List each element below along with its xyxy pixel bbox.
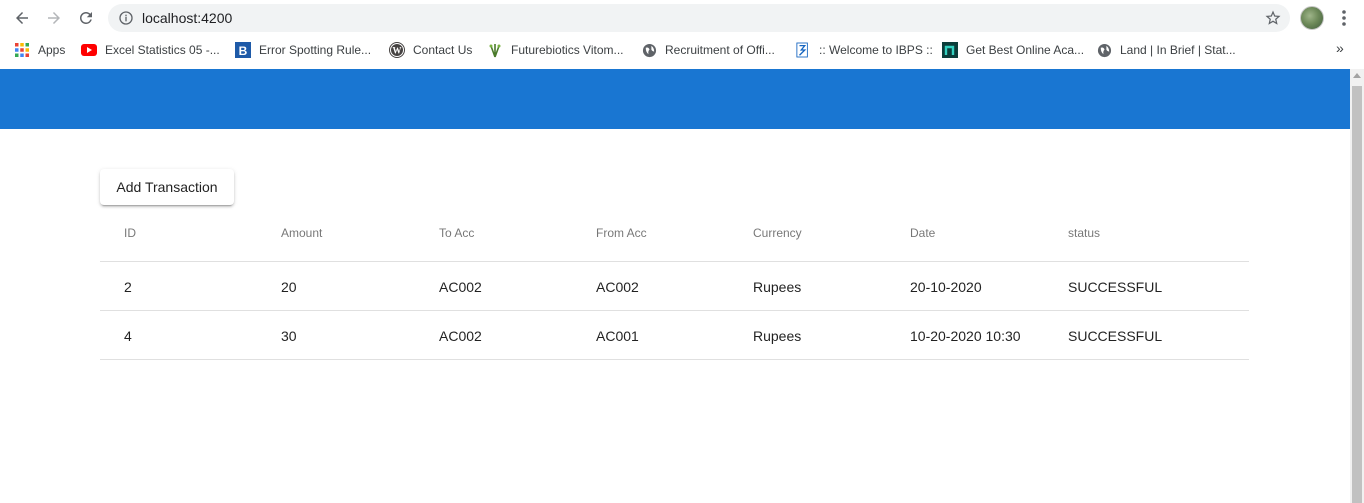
cell-id: 2 <box>124 279 132 295</box>
svg-text:B: B <box>239 44 248 58</box>
forward-button[interactable] <box>42 6 66 30</box>
cell-date: 20-10-2020 <box>910 279 982 295</box>
column-header-id: ID <box>124 226 136 240</box>
reload-icon <box>80 11 92 24</box>
ibps-icon <box>795 42 811 58</box>
bookmark-label: Error Spotting Rule... <box>259 43 372 57</box>
n-logo-icon <box>942 42 958 58</box>
back-button[interactable] <box>10 6 34 30</box>
wordpress-icon: W <box>389 42 405 58</box>
scroll-up-arrow-icon[interactable] <box>1353 73 1361 78</box>
bookmark-label: Contact Us <box>413 43 473 57</box>
cell-date: 10-20-2020 10:30 <box>910 328 1021 344</box>
bookmark-label: Futurebiotics Vitom... <box>511 43 624 57</box>
transactions-table: ID Amount To Acc From Acc Currency Date … <box>100 205 1249 360</box>
cell-to-acc: AC002 <box>439 279 482 295</box>
bookmark-label: :: Welcome to IBPS :: <box>819 43 933 57</box>
youtube-icon <box>81 42 97 58</box>
bookmark-futurebiotics[interactable]: Futurebiotics Vitom... <box>487 42 624 58</box>
leaf-icon <box>487 42 503 58</box>
cell-amount: 30 <box>281 328 297 344</box>
column-header-currency: Currency <box>753 226 802 240</box>
app-toolbar <box>0 69 1350 129</box>
bookmark-error-spotting[interactable]: B Error Spotting Rule... <box>235 42 371 58</box>
bookmark-land-in-brief[interactable]: Land | In Brief | Stat... <box>1096 42 1236 58</box>
cell-status: SUCCESSFUL <box>1068 328 1163 344</box>
cell-currency: Rupees <box>753 328 802 344</box>
bookmark-label: Apps <box>38 43 66 57</box>
bookmark-apps[interactable]: Apps <box>14 42 65 58</box>
bookmark-excel-statistics[interactable]: Excel Statistics 05 -... <box>81 42 220 58</box>
cell-to-acc: AC002 <box>439 328 482 344</box>
globe-icon <box>641 42 657 58</box>
profile-avatar[interactable] <box>1300 6 1324 30</box>
bookmark-online-academy[interactable]: Get Best Online Aca... <box>942 42 1084 58</box>
column-header-amount: Amount <box>281 226 323 240</box>
browser-toolbar: localhost:4200 <box>0 0 1364 36</box>
apps-grid-icon <box>14 42 30 58</box>
column-header-date: Date <box>910 226 936 240</box>
table-row: 4 30 AC002 AC001 Rupees 10-20-2020 10:30… <box>100 311 1249 360</box>
cell-from-acc: AC002 <box>596 279 639 295</box>
cell-id: 4 <box>124 328 132 344</box>
bookmark-label: Land | In Brief | Stat... <box>1120 43 1236 57</box>
bookmark-contact-us[interactable]: W Contact Us <box>389 42 472 58</box>
bookmark-label: Get Best Online Aca... <box>966 43 1085 57</box>
cell-from-acc: AC001 <box>596 328 639 344</box>
bookmark-star-icon[interactable] <box>1264 9 1282 27</box>
page-scrollbar[interactable] <box>1350 69 1364 503</box>
bookmark-recruitment[interactable]: Recruitment of Offi... <box>641 42 775 58</box>
cell-status: SUCCESSFUL <box>1068 279 1163 295</box>
more-vert-icon[interactable] <box>1336 8 1352 28</box>
bookmark-label: Excel Statistics 05 -... <box>105 43 220 57</box>
column-header-status: status <box>1068 226 1101 240</box>
column-header-from-acc: From Acc <box>596 226 647 240</box>
bookmark-ibps[interactable]: :: Welcome to IBPS :: <box>795 42 933 58</box>
bookmark-label: Recruitment of Offi... <box>665 43 775 57</box>
svg-text:W: W <box>393 46 402 56</box>
blogger-b-icon: B <box>235 42 251 58</box>
url-text[interactable]: localhost:4200 <box>142 10 232 26</box>
bookmarks-overflow-button[interactable]: » <box>1336 40 1344 56</box>
table-header-row: ID Amount To Acc From Acc Currency Date … <box>100 205 1249 262</box>
cell-currency: Rupees <box>753 279 802 295</box>
globe-icon <box>1096 42 1112 58</box>
add-transaction-button[interactable]: Add Transaction <box>100 169 234 205</box>
reload-button[interactable] <box>74 6 98 30</box>
arrow-left-icon <box>16 12 28 24</box>
bookmarks-bar: Apps Excel Statistics 05 -... B Error Sp… <box>0 36 1364 64</box>
column-header-to-acc: To Acc <box>439 226 475 240</box>
cell-amount: 20 <box>281 279 297 295</box>
address-bar[interactable]: localhost:4200 <box>108 4 1290 32</box>
scrollbar-thumb[interactable] <box>1352 86 1362 503</box>
info-icon[interactable] <box>118 10 134 26</box>
table-row: 2 20 AC002 AC002 Rupees 20-10-2020 SUCCE… <box>100 262 1249 311</box>
arrow-right-icon <box>48 12 60 24</box>
